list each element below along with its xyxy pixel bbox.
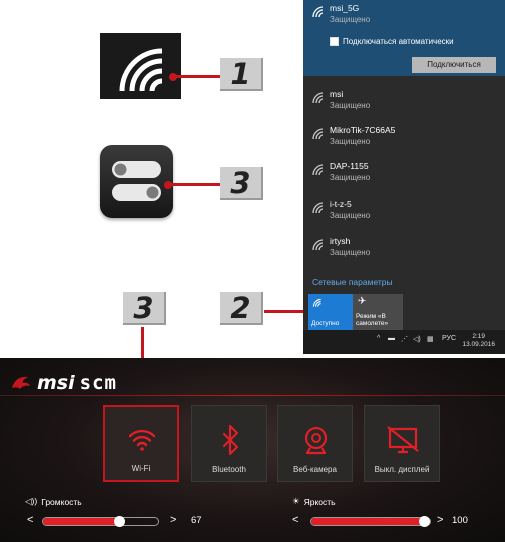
network-settings-link[interactable]: Сетевые параметры	[312, 277, 393, 287]
wifi-signal-icon	[312, 202, 324, 214]
volume-slider-fill	[43, 518, 120, 525]
callout-label-3a: 3	[220, 167, 263, 200]
callout-line-3a	[168, 183, 220, 186]
volume-label: Громкость	[41, 496, 82, 507]
network-flyout: msi_5G Защищено Подключаться автоматичес…	[303, 0, 505, 354]
auto-connect-row[interactable]: Подключаться автоматически	[330, 37, 454, 46]
scm-divider	[0, 395, 505, 396]
network-status: Защищено	[330, 211, 371, 220]
volume-label-row: ◁)) Громкость	[25, 496, 82, 507]
clock-date: 13.09.2016	[462, 341, 495, 348]
volume-increase-icon[interactable]: >	[170, 514, 176, 526]
brightness-label-row: ☀ Яркость	[292, 496, 336, 507]
network-name: DAP-1155	[330, 161, 369, 171]
scm-webcam-tile[interactable]: Веб-камера	[277, 405, 353, 482]
wifi-signal-icon	[312, 6, 324, 18]
network-status: Защищено	[330, 15, 371, 24]
speaker-icon: ◁))	[25, 496, 38, 506]
network-status: Защищено	[330, 137, 371, 146]
scm-logo: msi scm	[10, 372, 117, 394]
network-name: msi	[330, 89, 344, 99]
speaker-icon[interactable]: ◁)	[413, 335, 421, 343]
airplane-tile-label: Режим «В самолете»	[356, 313, 389, 327]
brightness-increase-icon[interactable]: >	[437, 514, 443, 526]
brightness-value: 100	[452, 515, 468, 526]
network-item[interactable]: MikroTik-7C66A5 Защищено	[303, 122, 505, 162]
network-item[interactable]: msi Защищено	[303, 86, 505, 126]
scm-tile-label: Выкл. дисплей	[374, 465, 430, 474]
battery-icon[interactable]: ▬	[388, 335, 395, 342]
clock[interactable]: 2:19 13.09.2016	[462, 333, 495, 349]
volume-decrease-icon[interactable]: <	[27, 514, 33, 526]
volume-value: 67	[191, 515, 202, 526]
network-item-selected[interactable]: msi_5G Защищено Подключаться автоматичес…	[303, 0, 505, 76]
callout-label-2: 2	[220, 292, 263, 325]
clock-time: 2:19	[472, 333, 486, 340]
volume-slider-knob[interactable]	[114, 516, 125, 527]
wifi-signal-icon	[312, 128, 324, 140]
scm-display-off-tile[interactable]: Выкл. дисплей	[364, 405, 440, 482]
wifi-key-icon	[100, 33, 181, 99]
scm-tile-label: Bluetooth	[212, 465, 246, 474]
taskbar: ^ ▬ ⋰ ◁) ▦ РУС 2:19 13.09.2016	[303, 330, 505, 354]
volume-slider[interactable]	[42, 516, 159, 527]
brightness-slider-knob[interactable]	[419, 516, 430, 527]
brightness-decrease-icon[interactable]: <	[292, 514, 298, 526]
keyboard-icon[interactable]: ▦	[427, 335, 434, 343]
network-name: i-t-z-5	[330, 199, 352, 209]
network-name: irtysh	[330, 236, 351, 246]
brightness-slider[interactable]	[310, 516, 431, 527]
airplane-icon: ✈	[358, 296, 367, 307]
wifi-signal-icon	[312, 164, 324, 176]
wifi-signal-icon	[312, 239, 324, 251]
network-tray-icon[interactable]: ⋰	[401, 335, 408, 343]
msi-dragon-icon	[12, 376, 30, 389]
callout-line-2	[264, 310, 308, 313]
brightness-label: Яркость	[303, 496, 336, 507]
msi-brand: msi	[37, 372, 75, 394]
callout-line-1	[173, 75, 220, 78]
wifi-quick-tile[interactable]: Доступно	[308, 294, 353, 330]
callout-label-1: 1	[220, 58, 263, 91]
network-item[interactable]: i-t-z-5 Защищено	[303, 196, 505, 236]
wifi-tile-label: Доступно	[311, 320, 340, 327]
network-item[interactable]: DAP-1155 Защищено	[303, 158, 505, 198]
language-indicator[interactable]: РУС	[442, 335, 456, 342]
network-status: Защищено	[330, 248, 371, 257]
scm-app-name: scm	[79, 372, 117, 394]
network-name: MikroTik-7C66A5	[330, 125, 396, 135]
toggles-app-icon	[100, 145, 173, 218]
scm-tile-label: Веб-камера	[293, 465, 337, 474]
network-item[interactable]: irtysh Защищено	[303, 233, 505, 273]
auto-connect-checkbox[interactable]	[330, 37, 339, 46]
brightness-slider-fill	[311, 518, 430, 525]
scm-wifi-tile[interactable]: Wi-Fi	[103, 405, 179, 482]
network-name: msi_5G	[330, 3, 360, 13]
auto-connect-label: Подключаться автоматически	[343, 37, 454, 46]
connect-button[interactable]: Подключиться	[412, 57, 496, 73]
chevron-up-icon[interactable]: ^	[377, 335, 380, 342]
scm-tile-label: Wi-Fi	[131, 464, 151, 473]
airplane-mode-tile[interactable]: ✈ Режим «В самолете»	[353, 294, 403, 330]
scm-panel: msi scm Wi-Fi Bluetooth Веб-камера Выкл.…	[0, 358, 505, 542]
wifi-signal-icon	[312, 92, 324, 104]
wifi-signal-icon	[312, 298, 321, 307]
network-status: Защищено	[330, 101, 371, 110]
sun-icon: ☀	[292, 496, 300, 506]
callout-label-3b: 3	[123, 292, 166, 325]
scm-bluetooth-tile[interactable]: Bluetooth	[191, 405, 267, 482]
network-status: Защищено	[330, 173, 371, 182]
